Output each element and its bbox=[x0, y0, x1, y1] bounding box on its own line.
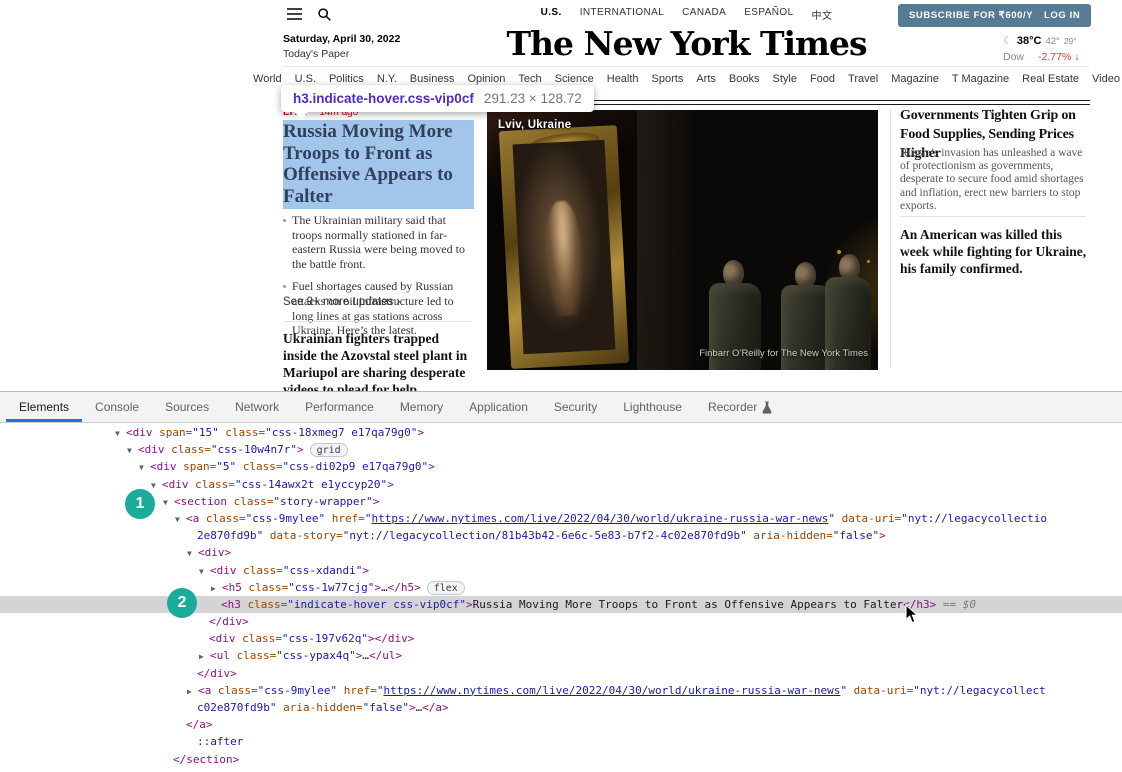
inspect-selector: h3.indicate-hover.css-vip0cf bbox=[293, 91, 474, 106]
photo-credit: Finbarr O’Reilly for The New York Times bbox=[699, 348, 868, 359]
devtools-tree-row[interactable]: ▼<div> bbox=[0, 544, 1122, 561]
right-column-summary: Russia’s invasion has unleashed a wave o… bbox=[900, 147, 1084, 213]
devtools-tree-row[interactable]: ▼<section class="story-wrapper"> bbox=[0, 493, 1122, 510]
nav-item-health[interactable]: Health bbox=[607, 73, 639, 85]
right-column-second-headline[interactable]: An American was killed this week while f… bbox=[900, 226, 1090, 277]
lead-photo[interactable]: Lviv, Ukraine Finbarr O’Reilly for The N… bbox=[487, 110, 878, 370]
devtools-tree-row[interactable]: </div> bbox=[0, 768, 1122, 772]
devtools-tab-security[interactable]: Security bbox=[541, 392, 610, 422]
devtools-tab-application[interactable]: Application bbox=[456, 392, 541, 422]
inspect-dimensions: 291.23 × 128.72 bbox=[484, 91, 582, 106]
annotation-badge-2: 2 bbox=[167, 588, 197, 618]
devtools-tab-elements[interactable]: Elements bbox=[6, 392, 82, 422]
live-update-item[interactable]: Fuel shortages caused by Russian attacks… bbox=[283, 279, 466, 337]
moon-icon: ☾ bbox=[1003, 34, 1013, 47]
devtools-tree-row[interactable]: <div class="css-197v62q"></div> bbox=[0, 630, 1122, 647]
weather-low: 29° bbox=[1064, 36, 1077, 46]
devtools-tree-row[interactable]: </div> bbox=[0, 613, 1122, 630]
nav-item-opinion[interactable]: Opinion bbox=[467, 73, 505, 85]
flask-icon bbox=[762, 401, 772, 414]
nyt-logo[interactable]: The New York Times bbox=[283, 24, 1090, 63]
edition-link[interactable]: 中文 bbox=[812, 7, 833, 22]
edition-link[interactable]: CANADA bbox=[682, 7, 726, 22]
devtools-tab-memory[interactable]: Memory bbox=[387, 392, 456, 422]
devtools-tab-performance[interactable]: Performance bbox=[292, 392, 387, 422]
devtools-tree-row[interactable]: c02e870fd9b" aria-hidden="false">…</a> bbox=[0, 699, 1122, 716]
devtools-tree-row[interactable]: </a> bbox=[0, 716, 1122, 733]
nav-item-t-magazine[interactable]: T Magazine bbox=[952, 73, 1009, 85]
inspect-tooltip: h3.indicate-hover.css-vip0cf 291.23 × 12… bbox=[281, 85, 594, 112]
devtools-tab-lighthouse[interactable]: Lighthouse bbox=[610, 392, 695, 422]
devtools-tab-console[interactable]: Console bbox=[82, 392, 152, 422]
devtools-tab-network[interactable]: Network bbox=[222, 392, 292, 422]
screenshot-root: { "colors": { "subscribe_blue": "#567b95… bbox=[0, 0, 1122, 771]
devtools-tree-row[interactable]: ▼<div class="css-10w4n7r">grid bbox=[0, 441, 1122, 458]
devtools-tree-row[interactable]: 2e870fd9b" data-story="nyt://legacycolle… bbox=[0, 527, 1122, 544]
nav-item-politics[interactable]: Politics bbox=[329, 73, 364, 85]
tooltip-caret bbox=[293, 111, 309, 119]
photo-location-label: Lviv, Ukraine bbox=[498, 119, 571, 131]
weather-temp: 38°C bbox=[1017, 35, 1042, 47]
nav-item-business[interactable]: Business bbox=[410, 73, 455, 85]
devtools-tree-row[interactable]: ▼<a class="css-9mylee" href="https://www… bbox=[0, 510, 1122, 527]
devtools-tree-row[interactable]: ▼<div span="5" class="css-di02p9 e17qa79… bbox=[0, 458, 1122, 475]
devtools-tree-row[interactable]: ::after bbox=[0, 733, 1122, 750]
more-updates-link[interactable]: See 9+ more updates › bbox=[283, 296, 400, 308]
live-update-bullets: The Ukrainian military said that troops … bbox=[283, 213, 466, 346]
nav-item-n-y-[interactable]: N.Y. bbox=[377, 73, 397, 85]
edition-link[interactable]: INTERNATIONAL bbox=[580, 7, 664, 22]
nav-item-magazine[interactable]: Magazine bbox=[891, 73, 939, 85]
photo-icon-frame bbox=[499, 125, 629, 369]
secondary-headline[interactable]: Ukrainian fighters trapped inside the Az… bbox=[283, 330, 469, 398]
devtools-tree-row[interactable]: ▼<div class="css-14awx2t e1yccyp20"> bbox=[0, 476, 1122, 493]
nav-item-sports[interactable]: Sports bbox=[652, 73, 684, 85]
devtools-tree-row[interactable]: </div> bbox=[0, 665, 1122, 682]
nav-item-u-s-[interactable]: U.S. bbox=[295, 73, 316, 85]
devtools-tree-row[interactable]: ▶<a class="css-9mylee" href="https://www… bbox=[0, 682, 1122, 699]
nav-item-video[interactable]: Video bbox=[1092, 73, 1120, 85]
market-index-label: Dow bbox=[1003, 51, 1024, 63]
market-index-change: -2.77% ↓ bbox=[1038, 51, 1079, 63]
weather-widget[interactable]: ☾ 38°C 42° 29° Dow -2.77% ↓ bbox=[1003, 34, 1095, 63]
live-update-item[interactable]: The Ukrainian military said that troops … bbox=[283, 213, 466, 271]
right-column-rule bbox=[900, 216, 1086, 217]
section-nav: WorldU.S.PoliticsN.Y.BusinessOpinionTech… bbox=[283, 73, 1090, 85]
column-divider bbox=[283, 321, 472, 322]
mouse-cursor bbox=[905, 604, 919, 624]
nav-item-style[interactable]: Style bbox=[772, 73, 796, 85]
devtools-tree-row[interactable]: ▼<div class="css-xdandi"> bbox=[0, 562, 1122, 579]
devtools-tab-sources[interactable]: Sources bbox=[152, 392, 222, 422]
nav-item-travel[interactable]: Travel bbox=[848, 73, 878, 85]
right-column-divider bbox=[890, 110, 891, 368]
lead-headline-inspect-highlight[interactable]: Russia Moving More Troops to Front as Of… bbox=[283, 120, 474, 209]
devtools-tabbar: ElementsConsoleSourcesNetworkPerformance… bbox=[0, 392, 1122, 423]
nav-item-real-estate[interactable]: Real Estate bbox=[1022, 73, 1079, 85]
nav-item-books[interactable]: Books bbox=[729, 73, 760, 85]
edition-link[interactable]: ESPAÑOL bbox=[744, 7, 793, 22]
nav-item-world[interactable]: World bbox=[253, 73, 282, 85]
nav-item-arts[interactable]: Arts bbox=[696, 73, 716, 85]
weather-high: 42° bbox=[1045, 36, 1059, 47]
devtools-tree-row[interactable]: ▶<ul class="css-ypax4q">…</ul> bbox=[0, 647, 1122, 664]
devtools-tree-row[interactable]: ▶<h5 class="css-1w77cjg">…</h5>flex bbox=[0, 579, 1122, 596]
annotation-badge-1: 1 bbox=[125, 489, 155, 519]
nav-item-tech[interactable]: Tech bbox=[518, 73, 541, 85]
nav-item-science[interactable]: Science bbox=[555, 73, 594, 85]
devtools-tree-row[interactable]: </section> bbox=[0, 751, 1122, 768]
nav-item-food[interactable]: Food bbox=[810, 73, 835, 85]
down-arrow-icon: ↓ bbox=[1074, 51, 1079, 63]
lead-headline[interactable]: Russia Moving More Troops to Front as Of… bbox=[283, 120, 474, 207]
devtools-panel: ElementsConsoleSourcesNetworkPerformance… bbox=[0, 391, 1122, 771]
header-divider bbox=[283, 66, 1090, 67]
devtools-tree-row[interactable]: ▼<div span="15" class="css-18xmeg7 e17qa… bbox=[0, 424, 1122, 441]
edition-link[interactable]: U.S. bbox=[541, 7, 562, 22]
devtools-tab-recorder[interactable]: Recorder bbox=[695, 392, 785, 422]
